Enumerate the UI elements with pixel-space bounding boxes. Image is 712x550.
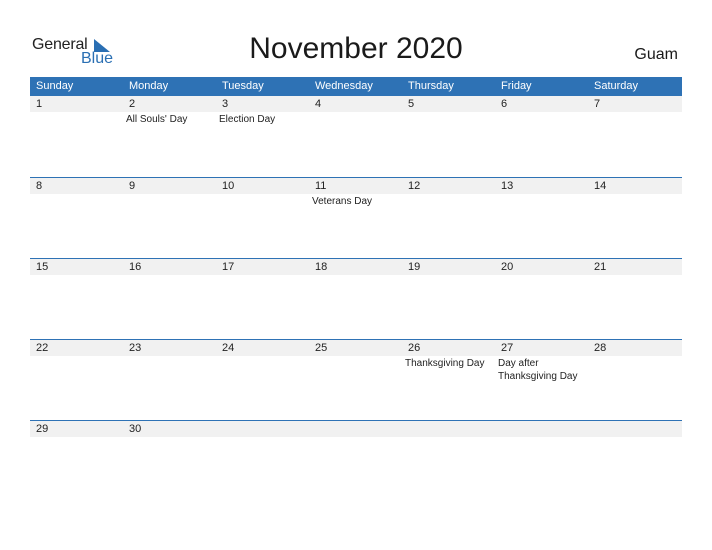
holiday-label: [216, 275, 309, 276]
holiday-label: [30, 356, 123, 383]
holiday-label: [309, 275, 402, 276]
weekday-header: Sunday Monday Tuesday Wednesday Thursday…: [30, 77, 682, 96]
holiday-label: [588, 112, 682, 126]
day-number: 2: [129, 98, 136, 110]
day-number: 24: [222, 342, 235, 354]
day-number: 21: [594, 261, 607, 273]
holiday-label: [123, 356, 216, 383]
day-number: 6: [501, 98, 508, 110]
day-number: 1: [36, 98, 43, 110]
holiday-label: [588, 194, 682, 208]
event-row: [30, 437, 682, 438]
holiday-label: [123, 275, 216, 276]
holiday-label: [309, 112, 402, 126]
day-number: 3: [222, 98, 229, 110]
weeks-container: 1 2 3 4 5 6 7 All Souls' Day Election Day 8 9 10 11 1…: [30, 96, 682, 501]
day-number: 25: [315, 342, 328, 354]
day-number: 7: [594, 98, 601, 110]
day-number: 8: [36, 180, 43, 192]
weekday-sunday: Sunday: [36, 80, 74, 92]
holiday-label: [402, 437, 495, 438]
event-row: Thanksgiving Day Day after Thanksgiving D…: [30, 356, 682, 383]
event-row: All Souls' Day Election Day: [30, 112, 682, 126]
day-number: 10: [222, 180, 235, 192]
day-number-row: 15 16 17 18 19 20 21: [30, 259, 682, 275]
holiday-label: [495, 194, 588, 208]
day-number: 15: [36, 261, 49, 273]
day-number: 28: [594, 342, 607, 354]
day-number: 23: [129, 342, 142, 354]
day-number: 30: [129, 423, 142, 435]
event-row: [30, 275, 682, 276]
week-row: 29 30: [30, 420, 682, 501]
day-number: 18: [315, 261, 328, 273]
weekday-friday: Friday: [501, 80, 532, 92]
day-number: 20: [501, 261, 514, 273]
holiday-label: Veterans Day: [312, 196, 373, 207]
region-label: Guam: [634, 46, 678, 63]
holiday-label: Day after Thanksgiving Day: [498, 358, 578, 382]
holiday-label: [309, 356, 402, 383]
holiday-label: [588, 356, 682, 383]
event-row: Veterans Day: [30, 194, 682, 208]
day-number: 4: [315, 98, 322, 110]
day-number: 17: [222, 261, 235, 273]
day-number: [495, 421, 588, 437]
day-number-row: 29 30: [30, 421, 682, 437]
day-number: 19: [408, 261, 421, 273]
weekday-saturday: Saturday: [594, 80, 639, 92]
holiday-label: [216, 194, 309, 208]
calendar-grid: Sunday Monday Tuesday Wednesday Thursday…: [30, 77, 682, 501]
day-number: 27: [501, 342, 514, 354]
holiday-label: [588, 275, 682, 276]
holiday-label: Thanksgiving Day: [405, 358, 485, 369]
holiday-label: [309, 437, 402, 438]
weekday-wednesday: Wednesday: [315, 80, 373, 92]
day-number: 5: [408, 98, 415, 110]
day-number: [402, 421, 495, 437]
day-number: 22: [36, 342, 49, 354]
holiday-label: [495, 275, 588, 276]
day-number: 26: [408, 342, 421, 354]
week-row: 15 16 17 18 19 20 21: [30, 258, 682, 339]
week-row: 1 2 3 4 5 6 7 All Souls' Day Election Day: [30, 96, 682, 177]
weekday-tuesday: Tuesday: [222, 80, 264, 92]
holiday-label: [588, 437, 682, 438]
day-number: 16: [129, 261, 142, 273]
day-number: 14: [594, 180, 607, 192]
week-row: 8 9 10 11 12 13 14 Veterans Day: [30, 177, 682, 258]
day-number: 11: [315, 180, 327, 192]
weekday-thursday: Thursday: [408, 80, 454, 92]
day-number-row: 22 23 24 25 26 27 28: [30, 340, 682, 356]
holiday-label: [30, 275, 123, 276]
holiday-label: [123, 437, 216, 438]
calendar-title: November 2020: [249, 32, 463, 65]
holiday-label: [123, 194, 216, 208]
holiday-label: [402, 275, 495, 276]
day-number: 13: [501, 180, 514, 192]
holiday-label: [216, 356, 309, 383]
weekday-monday: Monday: [129, 80, 169, 92]
holiday-label: [30, 112, 123, 126]
holiday-label: [495, 112, 588, 126]
holiday-label: [30, 437, 123, 438]
holiday-label: [30, 194, 123, 208]
day-number-row: 8 9 10 11 12 13 14: [30, 178, 682, 194]
holiday-label: [216, 437, 309, 438]
week-row: 22 23 24 25 26 27 28 Thanksgiving Day Day after …: [30, 339, 682, 420]
holiday-label: Election Day: [219, 114, 276, 125]
holiday-label: All Souls' Day: [126, 114, 188, 125]
day-number: [588, 421, 682, 437]
day-number: [216, 421, 309, 437]
day-number-row: 1 2 3 4 5 6 7: [30, 96, 682, 112]
day-number: 12: [408, 180, 421, 192]
holiday-label: [402, 112, 495, 126]
day-number: 29: [36, 423, 49, 435]
holiday-label: [402, 194, 495, 208]
day-number: 9: [129, 180, 136, 192]
day-number: [309, 421, 402, 437]
holiday-label: [495, 437, 588, 438]
